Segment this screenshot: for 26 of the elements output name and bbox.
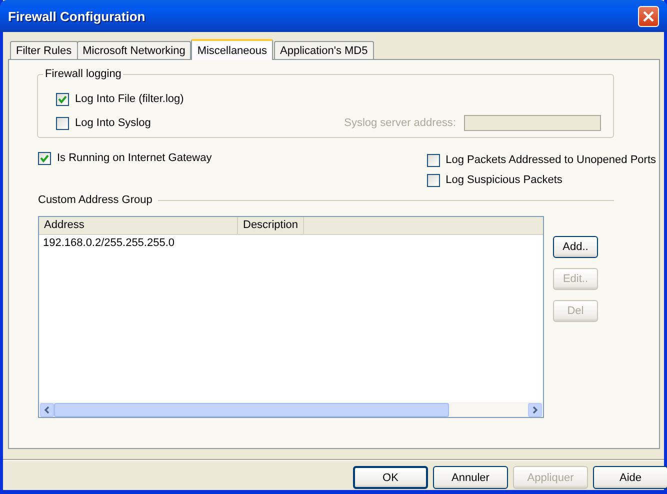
checkbox[interactable]: Is Running on Internet Gateway [38, 148, 212, 168]
checkbox[interactable]: Log Into Syslog [56, 113, 151, 133]
check-icon [40, 154, 49, 162]
table-cell: 192.168.0.2/255.255.255.0 [43, 237, 175, 249]
check-icon [58, 94, 67, 104]
group-title: Firewall logging [43, 68, 124, 80]
section-title: Custom Address Group [38, 194, 152, 206]
checkbox[interactable]: Log Into File (filter.log) [56, 89, 184, 109]
dialog-button[interactable]: Annuler [433, 466, 508, 489]
checkbox[interactable]: Log Packets Addressed to Unopened Ports [426, 150, 656, 170]
checkbox[interactable]: Log Suspicious Packets [426, 170, 656, 190]
tab[interactable]: Application's MD5 [274, 41, 374, 59]
window-title: Firewall Configuration [8, 8, 146, 24]
dialog-button[interactable]: OK [353, 466, 428, 489]
list-button[interactable]: Add.. [553, 236, 598, 258]
scroll-thumb[interactable] [54, 402, 449, 416]
close-button[interactable] [638, 6, 659, 26]
tab[interactable]: Filter Rules [10, 41, 78, 59]
column-header[interactable]: Description [238, 217, 304, 234]
horizontal-scrollbar[interactable] [39, 402, 543, 417]
tab[interactable]: Microsoft Networking [76, 41, 192, 59]
field-label: Syslog server address: [344, 117, 456, 129]
tab[interactable]: Miscellaneous [191, 39, 274, 60]
close-icon [642, 10, 655, 22]
column-header[interactable]: Address [39, 217, 238, 234]
dialog-button[interactable]: Aide [593, 466, 667, 489]
